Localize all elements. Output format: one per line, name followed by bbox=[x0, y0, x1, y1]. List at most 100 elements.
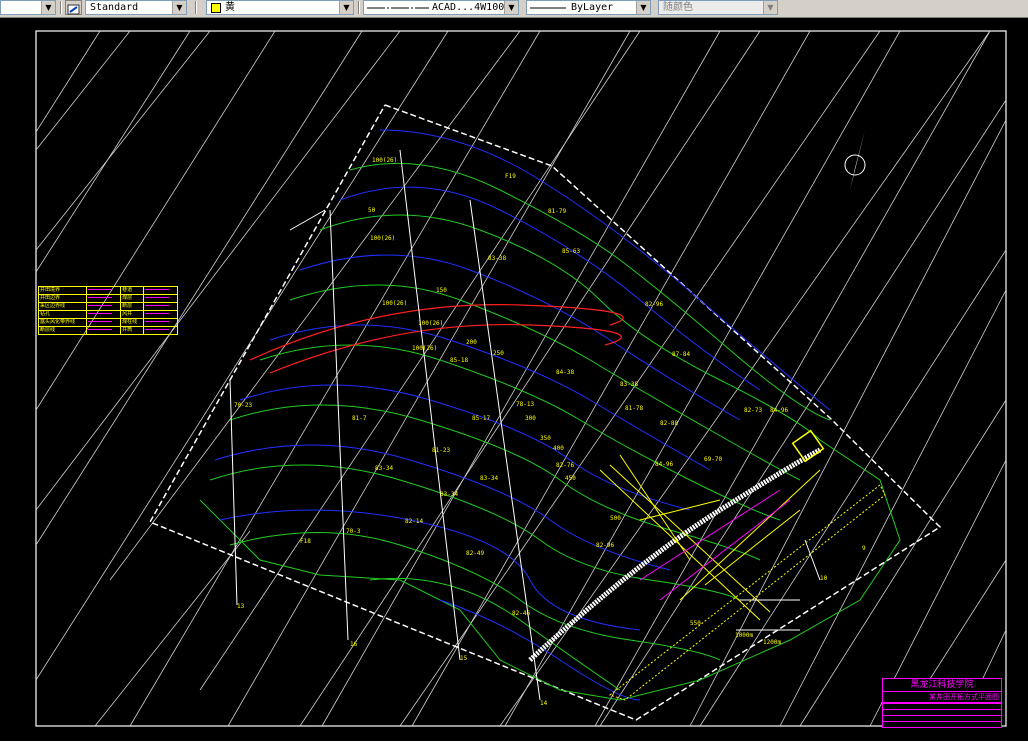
toolbar-separator bbox=[195, 1, 197, 14]
command-line[interactable] bbox=[0, 741, 1028, 747]
contour-label: 1000m bbox=[735, 632, 753, 639]
lineweight-preview-icon bbox=[530, 7, 566, 9]
contour-label: 82-96 bbox=[645, 301, 663, 308]
contour-label: 83-34 bbox=[440, 491, 458, 498]
drawing-canvas[interactable]: F19 F18 100(26) 100(26) 100(26) 100(26) 100(26… bbox=[0, 17, 1028, 741]
contour-label: 10 bbox=[820, 575, 828, 582]
coordinate-grid bbox=[35, 30, 1007, 727]
plot-style-value: 随颜色 bbox=[663, 2, 693, 13]
contour-label: 200 bbox=[466, 339, 477, 346]
cad-drawing: F19 F18 100(26) 100(26) 100(26) 100(26) 100(26… bbox=[35, 30, 1007, 727]
contour-label: 250 bbox=[493, 350, 504, 357]
contour-label: 81-79 bbox=[548, 208, 566, 215]
contour-label: 82-14 bbox=[405, 518, 423, 525]
contour-label: 87-84 bbox=[672, 351, 690, 358]
legend-cell bbox=[86, 286, 122, 295]
title-block-grid bbox=[883, 703, 1001, 727]
color-dropdown[interactable]: 黄 ▼ bbox=[206, 0, 354, 15]
text-style-icon bbox=[67, 4, 80, 15]
contour-label: 100(26) bbox=[418, 320, 443, 327]
chevron-down-icon: ▼ bbox=[41, 1, 55, 14]
contour-label: 82-49 bbox=[466, 550, 484, 557]
legend-cell bbox=[142, 294, 179, 303]
legend-cell: 井田边界 bbox=[37, 294, 88, 303]
color-value: 黄 bbox=[225, 2, 235, 13]
contour-label: 16 bbox=[350, 641, 358, 648]
color-swatch-icon bbox=[211, 3, 221, 13]
contour-label: 82-73 bbox=[744, 407, 762, 414]
lineweight-value: ByLayer bbox=[571, 2, 614, 13]
legend-cell: 煤柱线 bbox=[120, 318, 144, 327]
field-boundary bbox=[148, 104, 942, 721]
title-block-title: 某井田开拓方式平面图 bbox=[883, 692, 1001, 703]
contour-label: 15 bbox=[460, 655, 468, 662]
chevron-down-icon: ▼ bbox=[504, 1, 518, 14]
chevron-down-icon: ▼ bbox=[636, 1, 650, 14]
chevron-down-icon: ▼ bbox=[339, 1, 353, 14]
legend-table: 井田境界 巷道 井田边界 煤层 采区边界线 断层 钻孔 风井 露头风化带界线 煤柱线 断层线 井筒 bbox=[37, 286, 179, 338]
contour-label: 85-18 bbox=[450, 357, 468, 364]
legend-row: 井田边界 煤层 bbox=[37, 294, 179, 303]
legend-row: 井田境界 巷道 bbox=[37, 286, 179, 295]
legend-cell: 采区边界线 bbox=[37, 302, 88, 311]
shaft-roadways bbox=[528, 429, 886, 701]
contour-label: 100(26) bbox=[412, 345, 437, 352]
contour-label: 83-38 bbox=[620, 381, 638, 388]
legend-cell: 露头风化带界线 bbox=[37, 318, 88, 327]
legend-cell bbox=[142, 318, 179, 327]
text-style-value: Standard bbox=[90, 2, 139, 13]
contour-label: 100(26) bbox=[382, 300, 407, 307]
legend-cell: 巷道 bbox=[120, 286, 144, 295]
contour-label: 9 bbox=[862, 545, 866, 552]
contour-label: 85-63 bbox=[562, 248, 580, 255]
contour-label: 81-23 bbox=[432, 447, 450, 454]
contour-label: 85-17 bbox=[472, 415, 490, 422]
chevron-down-icon: ▼ bbox=[763, 1, 777, 14]
contour-label: 500 bbox=[610, 515, 621, 522]
contour-label: 82-88 bbox=[660, 420, 678, 427]
north-arrow-icon bbox=[844, 130, 866, 190]
legend-cell: 煤层 bbox=[120, 294, 144, 303]
legend-grid: 井田境界 巷道 井田边界 煤层 采区边界线 断层 钻孔 风井 露头风化带界线 煤柱线 断层线 井筒 bbox=[37, 286, 179, 335]
text-style-dropdown[interactable]: Standard ▼ bbox=[85, 0, 187, 15]
legend-cell: 断层 bbox=[120, 302, 144, 311]
legend-cell bbox=[86, 318, 122, 327]
contour-label: 83-38 bbox=[488, 255, 506, 262]
contour-label: 81-78 bbox=[625, 405, 643, 412]
contour-label: 83-34 bbox=[480, 475, 498, 482]
contour-label: 82-46 bbox=[512, 610, 530, 617]
legend-cell: 井筒 bbox=[120, 326, 144, 335]
legend-cell: 钻孔 bbox=[37, 310, 88, 319]
contour-label: 400 bbox=[553, 445, 564, 452]
contour-label: 100(26) bbox=[372, 157, 397, 164]
legend-cell bbox=[142, 326, 179, 335]
contour-label: 100(26) bbox=[370, 235, 395, 242]
green-contours bbox=[199, 162, 901, 701]
contour-label: 83-34 bbox=[375, 465, 393, 472]
contour-label: 14 bbox=[540, 700, 548, 707]
contour-labels: F19 F18 100(26) 100(26) 100(26) 100(26) 100(26… bbox=[234, 157, 866, 707]
legend-cell bbox=[86, 326, 122, 335]
contour-label: 84-96 bbox=[770, 407, 788, 414]
chevron-down-icon: ▼ bbox=[172, 1, 186, 14]
legend-cell bbox=[86, 310, 122, 319]
linetype-dropdown[interactable]: ACAD...4W100 ▼ bbox=[363, 0, 519, 15]
contour-label: 84-38 bbox=[556, 369, 574, 376]
lineweight-dropdown[interactable]: ByLayer ▼ bbox=[526, 0, 651, 15]
layer-dropdown[interactable]: ▼ bbox=[0, 0, 56, 15]
linetype-value: ACAD...4W100 bbox=[432, 2, 505, 13]
legend-cell bbox=[86, 302, 122, 311]
contour-label: 50 bbox=[368, 207, 376, 214]
contour-label: 350 bbox=[540, 435, 551, 442]
linetype-preview-icon bbox=[367, 7, 429, 9]
legend-cell bbox=[142, 286, 179, 295]
contour-label: 81-7 bbox=[352, 415, 367, 422]
contour-label: 70-23 bbox=[234, 402, 252, 409]
text-style-manager-button[interactable] bbox=[65, 0, 82, 15]
properties-toolbar: ▼ Standard ▼ 黄 ▼ ACAD...4W100 ▼ ByLayer … bbox=[0, 0, 1028, 18]
drill-lines bbox=[229, 149, 821, 701]
title-block-company: 黑龙江科技学院 bbox=[883, 679, 1001, 692]
legend-row: 露头风化带界线 煤柱线 bbox=[37, 318, 179, 327]
fault-lines bbox=[249, 304, 624, 374]
contour-label: F19 bbox=[505, 173, 516, 180]
